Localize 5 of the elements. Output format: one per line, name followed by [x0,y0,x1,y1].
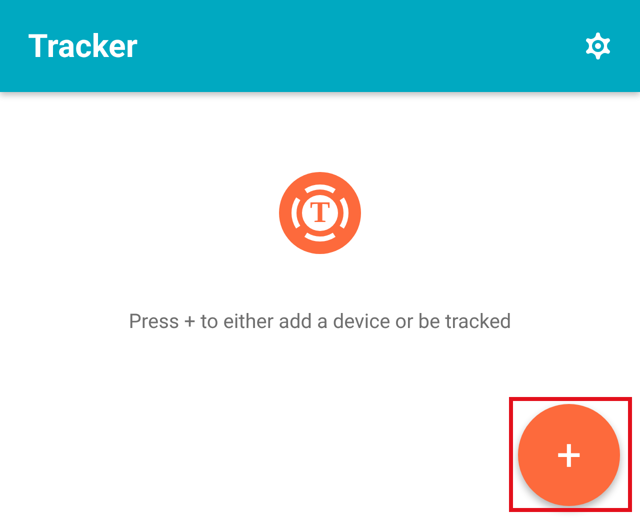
add-button[interactable]: + [518,404,620,506]
logo-letter: T [310,198,330,228]
empty-message: Press + to either add a device or be tracked [128,308,512,335]
app-title: Tracker [28,26,138,67]
ring-icon [291,184,349,242]
